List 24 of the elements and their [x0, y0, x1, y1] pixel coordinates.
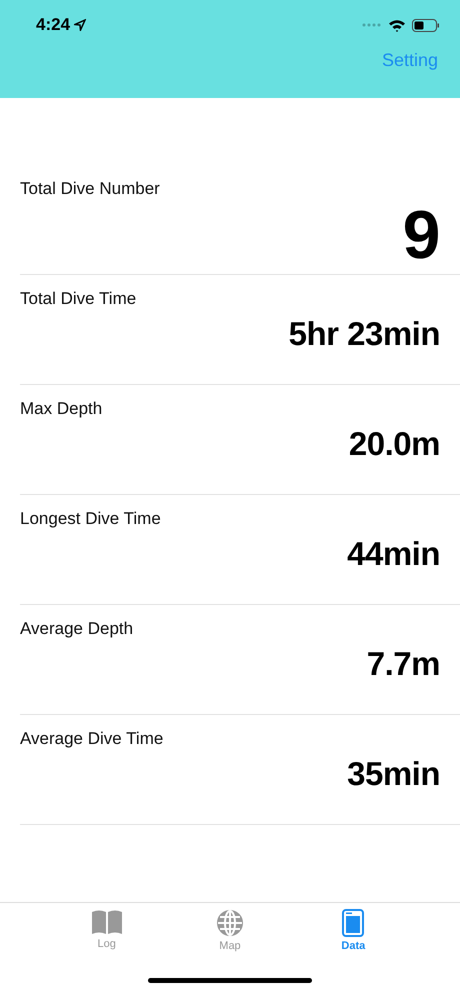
wifi-icon [388, 18, 406, 32]
stat-value: 44min [347, 537, 440, 570]
stat-value: 9 [402, 201, 440, 269]
tab-item[interactable]: Log [76, 909, 137, 952]
stat-label: Average Dive Time [20, 729, 164, 749]
battery-icon [412, 18, 440, 32]
tab-item[interactable]: Map [200, 909, 260, 952]
stat-label: Longest Dive Time [20, 509, 161, 529]
stat-label: Max Depth [20, 399, 102, 419]
setting-link[interactable]: Setting [382, 50, 438, 71]
stat-value: 5hr 23min [288, 317, 440, 350]
location-arrow-icon [74, 19, 86, 31]
stat-label: Total Dive Time [20, 289, 136, 309]
tab-item[interactable]: Data [323, 909, 384, 952]
stat-value: 35min [347, 757, 440, 790]
stat-label: Total Dive Number [20, 179, 160, 199]
tablet-icon [342, 909, 364, 937]
stat-value: 20.0m [348, 427, 440, 460]
book-icon [90, 909, 123, 935]
globe-icon [216, 909, 244, 937]
stat-value: 7.7m [366, 647, 440, 680]
signal-dots-icon [362, 23, 382, 27]
stat-label: Average Depth [20, 619, 134, 639]
status-time: 4:24 [36, 15, 70, 35]
